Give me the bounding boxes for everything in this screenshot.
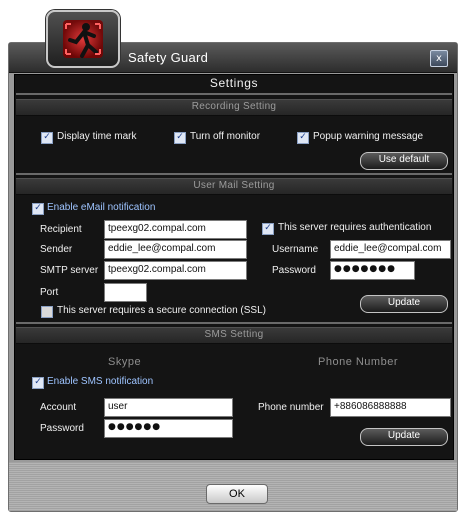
account-input[interactable]: user [104,398,233,417]
running-person-red-icon [63,20,103,58]
settings-title: Settings [209,76,259,90]
sms-section-header: SMS Setting [16,327,452,344]
enable-sms-checkbox[interactable]: ✓ [32,377,44,389]
display-time-mark-checkbox[interactable]: ✓ [41,132,53,144]
enable-email-checkbox[interactable]: ✓ [32,203,44,215]
username-input[interactable]: eddie_lee@compal.com [330,240,451,259]
phone-number-label: Phone number [258,402,324,413]
ssl-label: This server requires a secure connection… [57,305,266,316]
sender-input[interactable]: eddie_lee@compal.com [104,240,247,259]
enable-email-label: Enable eMail notification [47,202,156,213]
divider [16,173,452,175]
turn-off-monitor-label: Turn off monitor [190,131,261,142]
port-label: Port [40,287,59,298]
display-time-mark-label: Display time mark [57,131,137,142]
sms-update-button[interactable]: Update [360,428,448,446]
mail-password-label: Password [272,265,316,276]
ok-button[interactable]: OK [206,484,268,504]
smtp-server-input[interactable]: tpeexg02.compal.com [104,261,247,280]
sms-password-input[interactable]: ●●●●●● [104,419,233,438]
close-button[interactable]: x [430,50,448,67]
mail-update-button[interactable]: Update [360,295,448,313]
recipient-label: Recipient [40,224,82,235]
username-label: Username [272,244,319,255]
skype-title: Skype [108,356,142,368]
port-input[interactable] [104,283,147,302]
server-auth-checkbox[interactable]: ✓ [262,223,274,235]
mail-section-header: User Mail Setting [16,178,452,195]
server-auth-label: This server requires authentication [278,222,432,233]
turn-off-monitor-checkbox[interactable]: ✓ [174,132,186,144]
mail-password-input[interactable]: ●●●●●●● [330,261,415,280]
enable-sms-label: Enable SMS notification [47,376,154,387]
account-label: Account [40,402,77,413]
popup-warning-label: Popup warning message [313,131,424,142]
divider [16,322,452,324]
sms-password-label: Password [40,423,84,434]
popup-warning-checkbox[interactable]: ✓ [297,132,309,144]
divider [16,93,452,95]
recording-section-header: Recording Setting [16,99,452,116]
app-logo [46,10,120,68]
close-icon: x [436,53,442,64]
phone-number-title: Phone Number [318,356,398,368]
use-default-button[interactable]: Use default [360,152,448,170]
smtp-server-label: SMTP server [40,265,99,276]
recipient-input[interactable]: tpeexg02.compal.com [104,220,247,239]
sender-label: Sender [40,244,73,255]
app-title: Safety Guard [128,50,209,65]
ssl-checkbox[interactable]: ✓ [41,306,53,318]
phone-number-input[interactable]: +886086888888 [330,398,451,417]
